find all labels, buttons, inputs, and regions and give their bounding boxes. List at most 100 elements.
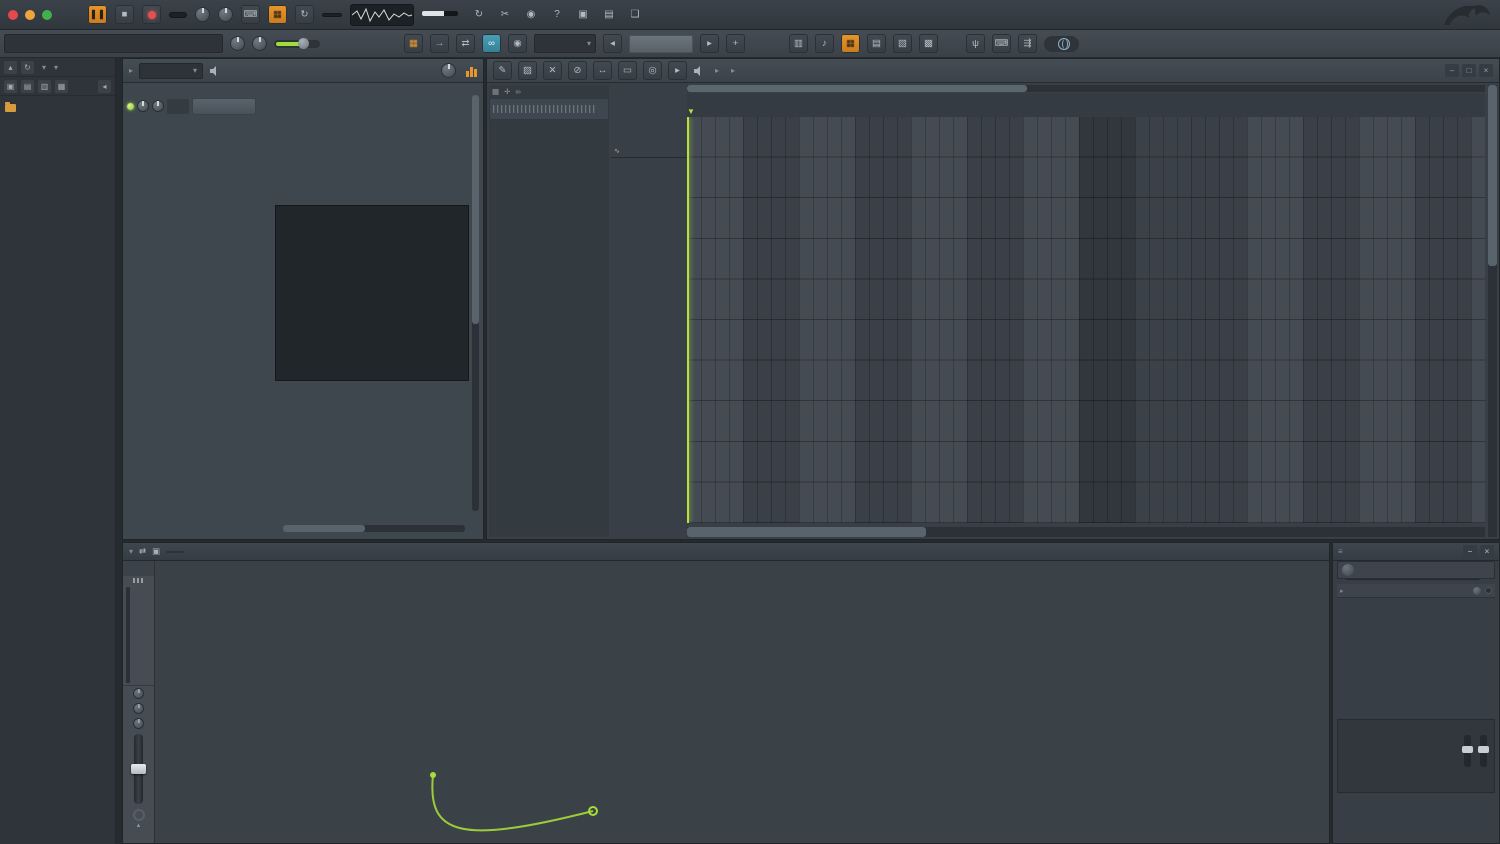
next-pattern-button[interactable]: ▸ — [700, 34, 719, 53]
send-pan-fader[interactable] — [1480, 735, 1487, 767]
channel-pan-knob[interactable] — [137, 100, 149, 112]
slot-enable-led[interactable] — [1485, 587, 1492, 594]
picker-item[interactable] — [489, 98, 609, 120]
mixer-eq-knob[interactable] — [133, 718, 144, 729]
folder-tab-icon[interactable]: ▣ — [4, 80, 17, 93]
toggle-project-picker-icon[interactable]: ▩ — [919, 34, 938, 53]
select-tool-icon[interactable]: ▭ — [618, 61, 637, 80]
zoom-tool-icon[interactable]: ◎ — [643, 61, 662, 80]
toggle-channel-rack-icon[interactable]: ▦ — [841, 34, 860, 53]
play-pause-button[interactable]: ❚❚ — [88, 5, 107, 24]
mic-record-icon[interactable]: ◉ — [508, 34, 527, 53]
prev-pattern-button[interactable]: ◂ — [603, 34, 622, 53]
window-controls[interactable] — [8, 10, 52, 20]
mixer-pan-knob[interactable] — [133, 688, 144, 699]
pattern-selector[interactable] — [629, 35, 693, 53]
mixer-stereo-knob[interactable] — [133, 703, 144, 714]
close-icon[interactable]: × — [1479, 64, 1493, 77]
sample-tab-icon[interactable]: ▦ — [55, 80, 68, 93]
collapse-icon[interactable]: ▸ — [129, 66, 133, 75]
step-edit-icon[interactable]: ▦ — [268, 5, 287, 24]
preset-tab-icon[interactable]: ▥ — [38, 80, 51, 93]
playback-tool-icon[interactable]: ▸ — [668, 61, 687, 80]
draw-tool-icon[interactable]: ✎ — [493, 61, 512, 80]
playlist-track-header[interactable]: ∿ — [611, 117, 687, 158]
playhead-marker-icon[interactable]: ▼ — [687, 107, 695, 116]
swap-tool-icon[interactable]: ⇄ — [456, 34, 475, 53]
minimize-window-button[interactable] — [25, 10, 35, 20]
mixer-strip[interactable]: ▲ — [123, 561, 155, 844]
mixer-view-selector[interactable] — [166, 551, 184, 553]
time-display[interactable] — [322, 13, 342, 17]
toggle-playlist-icon[interactable]: ▥ — [789, 34, 808, 53]
close-window-button[interactable] — [8, 10, 18, 20]
playlist-lanes[interactable] — [687, 117, 1485, 523]
timeline-ruler[interactable]: ▼ — [687, 93, 1485, 118]
cut-icon[interactable]: ✂ — [496, 6, 514, 24]
mute-tool-icon[interactable]: ⊘ — [568, 61, 587, 80]
grid-icon[interactable]: ▦ — [492, 87, 499, 96]
record-button[interactable] — [142, 5, 161, 24]
playlist-vertical-scrollbar[interactable] — [1488, 85, 1497, 537]
channel-filter-selector[interactable]: ▾ — [139, 63, 203, 79]
mixer-mute-led[interactable] — [133, 809, 145, 821]
output-selector[interactable] — [1337, 561, 1495, 579]
send-level-fader[interactable] — [1464, 735, 1471, 767]
help-icon[interactable]: ? — [548, 6, 566, 24]
channel-name-button[interactable] — [192, 98, 256, 115]
menu-icon[interactable]: ≡ — [1338, 547, 1343, 556]
minimize-icon[interactable]: – — [1445, 64, 1459, 77]
mixer-route-arrow[interactable]: ▲ — [136, 823, 142, 829]
chain-icon[interactable]: ∞ — [515, 87, 520, 96]
playlist-horizontal-scrollbar[interactable] — [687, 85, 1485, 92]
snap-selector[interactable]: ▾ — [534, 34, 596, 53]
arrow-tool-icon[interactable]: → — [430, 34, 449, 53]
touch-keyboard-icon[interactable]: ⌨ — [992, 34, 1011, 53]
master-pitch-knob[interactable] — [252, 36, 267, 51]
toggle-mixer-icon[interactable]: ▤ — [867, 34, 886, 53]
chevron-down-icon[interactable]: ▾ — [129, 547, 133, 556]
minimize-icon[interactable]: – — [1463, 545, 1477, 558]
channel-enable-led[interactable] — [127, 103, 134, 110]
refresh-icon[interactable]: ↻ — [21, 61, 34, 74]
mixer-fader[interactable] — [134, 734, 143, 804]
routing-knob[interactable] — [1342, 564, 1354, 576]
collapse-panel-icon[interactable]: ◂ — [98, 80, 111, 93]
rack-vertical-scrollbar[interactable] — [472, 95, 479, 511]
mixer-strip-name-area[interactable] — [123, 585, 154, 686]
collapse-all-icon[interactable]: ▴ — [4, 61, 17, 74]
toggle-browser-icon[interactable]: ▧ — [893, 34, 912, 53]
master-volume-knob[interactable] — [230, 36, 245, 51]
browser-item[interactable] — [0, 98, 115, 115]
mixer-layout-icon[interactable]: ▣ — [152, 546, 160, 557]
controller-icon[interactable]: ⇶ — [1018, 34, 1037, 53]
slip-tool-icon[interactable]: ↔ — [593, 61, 612, 80]
window-buttons[interactable]: – × — [1463, 545, 1494, 558]
main-pitch-knob[interactable] — [218, 7, 233, 22]
zoom-window-button[interactable] — [42, 10, 52, 20]
close-icon[interactable]: × — [1480, 545, 1494, 558]
typing-keyboard-icon[interactable]: ⌨ — [241, 5, 260, 24]
playlist-bottom-scrollbar[interactable] — [687, 527, 1485, 537]
stop-button[interactable]: ■ — [115, 5, 134, 24]
slot-mix-knob[interactable] — [1473, 587, 1481, 595]
tuner-icon[interactable]: ψ — [966, 34, 985, 53]
velocity-graph[interactable] — [281, 211, 464, 364]
mixer-detach-icon[interactable]: ⇄ — [139, 546, 146, 557]
shuffle-slider[interactable] — [274, 40, 320, 48]
toggle-piano-roll-icon[interactable]: ♪ — [815, 34, 834, 53]
mic-icon[interactable]: ◉ — [522, 6, 540, 24]
wait-for-input-icon[interactable]: ↻ — [295, 5, 314, 24]
project-title-field[interactable] — [4, 34, 223, 53]
fx-slot[interactable]: ▸ — [1337, 584, 1495, 598]
main-volume-knob[interactable] — [195, 7, 210, 22]
rack-swing-knob[interactable] — [441, 63, 456, 78]
paint-tool-icon[interactable]: ▨ — [518, 61, 537, 80]
rack-horizontal-scrollbar[interactable] — [283, 525, 465, 532]
chat-icon[interactable]: ❑ — [626, 6, 644, 24]
maximize-icon[interactable]: □ — [1462, 64, 1476, 77]
delete-tool-icon[interactable]: ✕ — [543, 61, 562, 80]
plugin-tab-icon[interactable]: ▤ — [21, 80, 34, 93]
mixer-strip-number[interactable] — [123, 561, 154, 576]
channel-volume-knob[interactable] — [152, 100, 164, 112]
